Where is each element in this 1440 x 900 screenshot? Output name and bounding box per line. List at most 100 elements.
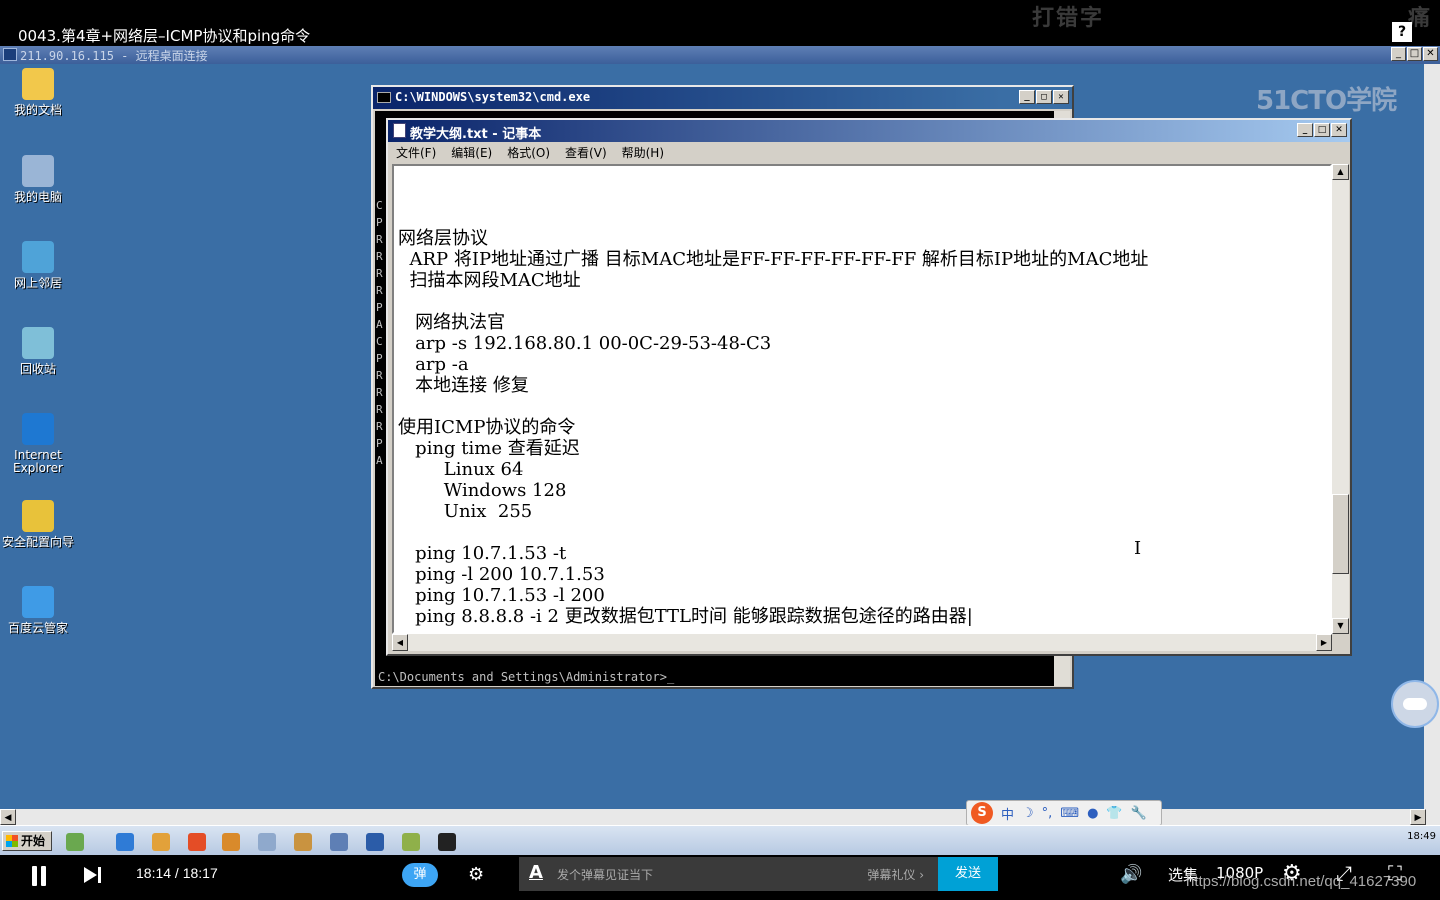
scroll-down-icon[interactable]: ▼ (1332, 618, 1349, 634)
scroll-left-icon[interactable]: ◀ (392, 634, 408, 651)
notepad-line: Unix 255 (398, 501, 533, 522)
cmd-icon (377, 92, 391, 103)
taskbar-notepad-icon[interactable] (258, 833, 276, 851)
cmd-char: P (376, 216, 383, 229)
cmd-prompt: C:\Documents and Settings\Administrator>… (378, 670, 675, 684)
desktop-icon-label: Internet Explorer (13, 448, 63, 475)
taskbar: 开始 18:49 (0, 825, 1440, 855)
quicklaunch-ie-icon[interactable] (116, 833, 134, 851)
danmaku-toggle[interactable]: 弹 (402, 863, 438, 887)
desktop-icon-6[interactable]: 百度云管家 (0, 586, 76, 635)
taskbar-folder-icon[interactable] (294, 833, 312, 851)
sogou-ime-icon[interactable]: S (971, 802, 993, 824)
cmd-char: R (376, 284, 383, 297)
ie-icon (22, 413, 54, 445)
help-button[interactable]: ? (1392, 22, 1412, 42)
notepad-horizontal-scrollbar[interactable]: ◀ ▶ (392, 634, 1332, 651)
my-documents-icon (22, 68, 54, 100)
notepad-line: Windows 128 (398, 480, 567, 501)
notepad-line: ping 10.7.1.53 -t (398, 543, 567, 564)
notepad-window[interactable]: 教学大纲.txt - 记事本 _ □ ✕ 文件(F) 编辑(E) 格式(O) 查… (386, 118, 1352, 656)
start-button[interactable]: 开始 (2, 831, 53, 851)
danmaku-input[interactable]: A 发个弹幕见证当下 弹幕礼仪 › (519, 857, 938, 891)
desktop-icon-3[interactable]: 回收站 (0, 327, 76, 376)
remote-desktop-bar: 211.90.16.115 - 远程桌面连接 _ □ ✕ (0, 46, 1440, 64)
cmd-char: R (376, 267, 383, 280)
remote-desktop-title: 211.90.16.115 - 远程桌面连接 (20, 49, 208, 63)
taskbar-word-icon[interactable] (366, 833, 384, 851)
menu-format[interactable]: 格式(O) (507, 144, 550, 162)
notepad-line (398, 396, 1148, 417)
cmd-char: R (376, 420, 383, 433)
notepad-maximize-button[interactable]: □ (1314, 123, 1330, 137)
quicklaunch-app-icon[interactable] (152, 833, 170, 851)
next-icon[interactable] (84, 865, 104, 885)
ime-skin-icon[interactable]: 👕 (1106, 806, 1122, 821)
desktop-icon-0[interactable]: 我的文档 (0, 68, 76, 117)
remote-maximize-button[interactable]: □ (1407, 47, 1422, 61)
quicklaunch-chrome-icon[interactable] (188, 833, 206, 851)
danmaku-settings-icon[interactable]: ⚙ (468, 864, 492, 886)
ime-user-icon[interactable]: ● (1087, 806, 1098, 821)
notepad-line (398, 291, 1148, 312)
notepad-menu-bar: 文件(F) 编辑(E) 格式(O) 查看(V) 帮助(H) (388, 142, 1350, 162)
hscroll-left-icon[interactable]: ◀ (0, 809, 16, 825)
video-title-bar: 0043.第4章+网络层–ICMP协议和ping命令 打错字 痛 ? (0, 0, 1440, 46)
cmd-close-button[interactable]: ✕ (1053, 90, 1069, 104)
taskbar-app-icon[interactable] (222, 833, 240, 851)
cmd-maximize-button[interactable]: □ (1036, 90, 1052, 104)
cmd-char: C (376, 199, 383, 212)
ime-keyboard-icon[interactable]: ⌨ (1060, 806, 1079, 821)
ime-toolbar[interactable]: S 中 ☽ °, ⌨ ● 👕 🔧 (966, 800, 1162, 826)
cmd-char: R (376, 250, 383, 263)
menu-edit[interactable]: 编辑(E) (451, 144, 492, 162)
cmd-title: C:\WINDOWS\system32\cmd.exe (395, 90, 591, 104)
taskbar-network-icon[interactable] (330, 833, 348, 851)
hscroll-right-icon[interactable]: ▶ (1410, 809, 1426, 825)
menu-file[interactable]: 文件(F) (396, 144, 436, 162)
cmd-char: R (376, 369, 383, 382)
video-title: 0043.第4章+网络层–ICMP协议和ping命令 (18, 27, 311, 45)
cmd-char: P (376, 301, 383, 314)
desktop-icon-4[interactable]: Internet Explorer (0, 413, 76, 475)
taskbar-tool-icon[interactable] (402, 833, 420, 851)
danmaku-style-icon[interactable]: A (529, 862, 543, 883)
scroll-thumb[interactable] (1332, 494, 1349, 574)
cmd-minimize-button[interactable]: _ (1019, 90, 1035, 104)
notepad-line: arp -s 192.168.80.1 00-0C-29-53-48-C3 (398, 333, 772, 354)
notepad-line (398, 207, 1148, 228)
ime-settings-icon[interactable]: 🔧 (1131, 806, 1147, 821)
scroll-up-icon[interactable]: ▲ (1332, 164, 1349, 180)
cmd-title-bar[interactable]: C:\WINDOWS\system32\cmd.exe _ □ ✕ (373, 87, 1072, 109)
volume-icon[interactable]: 🔊 (1120, 864, 1142, 885)
remote-close-button[interactable]: ✕ (1423, 47, 1438, 61)
notepad-vertical-scrollbar[interactable]: ▲ ▼ (1332, 164, 1349, 634)
notepad-close-button[interactable]: ✕ (1331, 123, 1347, 137)
desktop-icon-label: 回收站 (19, 362, 56, 376)
remote-horizontal-scrollbar[interactable]: ◀ ▶ (0, 809, 1440, 825)
assistant-bot-icon[interactable] (1391, 680, 1439, 728)
danmaku-etiquette-link[interactable]: 弹幕礼仪 › (867, 866, 924, 883)
notepad-text-area[interactable]: 网络层协议 ARP 将IP地址通过广播 目标MAC地址是FF-FF-FF-FF-… (392, 164, 1332, 634)
ime-punctuation-icon[interactable]: °, (1042, 806, 1053, 821)
baidu-cloud-icon (22, 586, 54, 618)
remote-minimize-button[interactable]: _ (1391, 47, 1406, 61)
desktop-icon-1[interactable]: 我的电脑 (0, 155, 76, 204)
notepad-minimize-button[interactable]: _ (1297, 123, 1313, 137)
menu-view[interactable]: 查看(V) (565, 144, 607, 162)
ime-chinese-mode[interactable]: 中 (1001, 804, 1014, 823)
desktop-icon-5[interactable]: 安全配置向导 (0, 500, 76, 549)
notepad-title-bar[interactable]: 教学大纲.txt - 记事本 _ □ ✕ (388, 120, 1350, 142)
notepad-line: 使用ICMP协议的命令 (398, 417, 576, 438)
ime-halfwidth-icon[interactable]: ☽ (1022, 806, 1034, 821)
video-player-controls: 18:14 / 18:17 弹 ⚙ A 发个弹幕见证当下 弹幕礼仪 › 发送 🔊… (0, 855, 1440, 900)
taskbar-cmd-icon[interactable] (438, 833, 456, 851)
menu-help[interactable]: 帮助(H) (622, 144, 664, 162)
scroll-right-icon[interactable]: ▶ (1316, 634, 1332, 651)
notepad-line: ARP 将IP地址通过广播 目标MAC地址是FF-FF-FF-FF-FF-FF … (398, 249, 1149, 270)
send-button[interactable]: 发送 (938, 857, 998, 891)
desktop-icon-label: 百度云管家 (7, 621, 68, 635)
pause-icon[interactable] (30, 866, 48, 886)
quicklaunch-desktop-icon[interactable] (66, 833, 84, 851)
desktop-icon-2[interactable]: 网上邻居 (0, 241, 76, 290)
